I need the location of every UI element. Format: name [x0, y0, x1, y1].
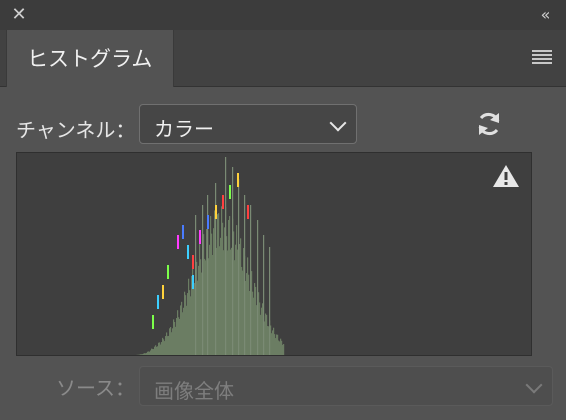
histogram-spike [225, 157, 226, 355]
hamburger-menu-icon[interactable] [532, 50, 552, 64]
histogram-channel-accent [152, 315, 154, 329]
histogram-spike [269, 247, 270, 355]
histogram-channel-accent [247, 205, 249, 219]
chevron-down-icon [526, 377, 543, 394]
partially-visible-row [76, 410, 276, 420]
source-select[interactable]: 画像全体 [139, 366, 553, 406]
histogram-channel-accent [237, 173, 239, 187]
histogram-channel-accent [187, 245, 189, 259]
histogram-bar [283, 344, 284, 355]
histogram-spike [263, 235, 264, 355]
refresh-icon[interactable] [474, 109, 504, 139]
histogram-channel-accent [215, 205, 217, 219]
channel-select-value: カラー [154, 113, 214, 142]
tab-histogram[interactable]: ヒストグラム [6, 30, 174, 87]
panel-title-bar: ✕ ‹‹ [0, 0, 566, 31]
histogram-channel-accent [192, 275, 194, 289]
histogram-spike [195, 215, 196, 355]
histogram-channel-accent [177, 235, 179, 249]
histogram-channel-accent [157, 295, 159, 309]
channel-select[interactable]: カラー [139, 104, 357, 144]
histogram-channel-accent [199, 230, 201, 244]
histogram-channel-accent [192, 255, 194, 269]
chevron-down-icon [330, 115, 347, 132]
warning-icon[interactable] [492, 163, 520, 189]
histogram-channel-accent [182, 225, 184, 239]
histogram-spike [232, 167, 233, 355]
histogram-spike [257, 220, 258, 355]
tab-strip: ヒストグラム [0, 30, 566, 87]
close-icon[interactable]: ✕ [9, 5, 29, 25]
histogram-spike [202, 205, 203, 355]
histogram-channel-accent [207, 215, 209, 229]
histogram-chart [16, 152, 532, 356]
source-label: ソース： [56, 372, 135, 401]
histogram-channel-accent [222, 195, 224, 209]
source-select-value: 画像全体 [154, 375, 234, 404]
double-chevron-left-icon[interactable]: ‹‹ [534, 5, 554, 25]
histogram-svg [17, 153, 531, 355]
histogram-channel-accent [167, 265, 169, 279]
histogram-spike [250, 205, 251, 355]
histogram-spike [238, 179, 239, 355]
histogram-spike [244, 195, 245, 355]
histogram-channel-accent [229, 185, 231, 199]
histogram-channel-accent [162, 285, 164, 299]
tab-label: ヒストグラム [27, 43, 152, 73]
channel-label: チャンネル： [16, 114, 135, 143]
